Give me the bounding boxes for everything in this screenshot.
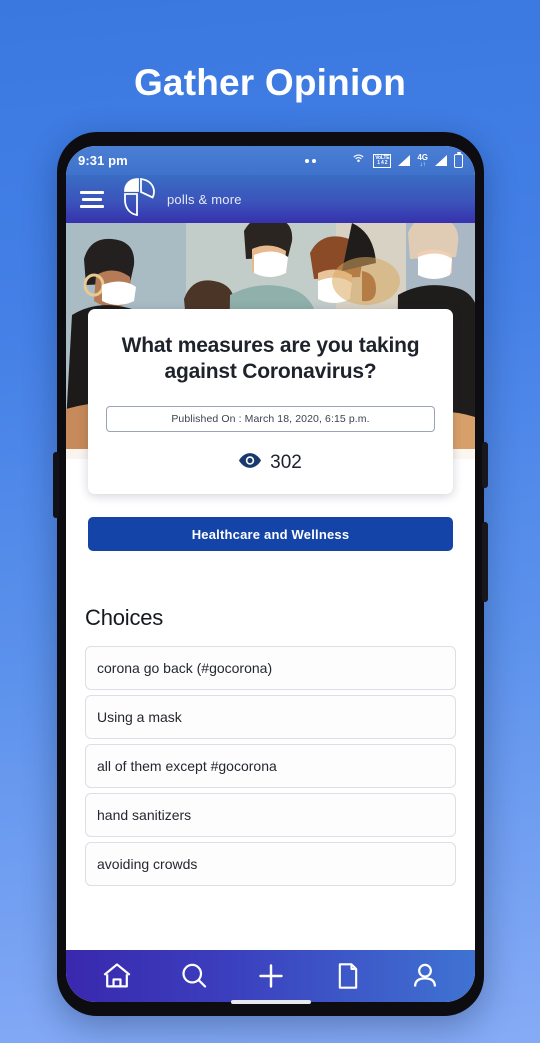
list-item[interactable]: all of them except #gocorona	[85, 744, 456, 788]
poll-card: What measures are you taking against Cor…	[88, 309, 453, 494]
bottom-navigation	[66, 950, 475, 1002]
plus-icon[interactable]	[247, 956, 295, 996]
list-item[interactable]: avoiding crowds	[85, 842, 456, 886]
hotspot-icon	[351, 152, 366, 170]
eye-icon	[239, 453, 262, 473]
list-item[interactable]: hand sanitizers	[85, 793, 456, 837]
choice-list: corona go back (#gocorona) Using a mask …	[85, 646, 456, 886]
published-date: Published On : March 18, 2020, 6:15 p.m.	[106, 405, 435, 432]
page-title: Gather Opinion	[133, 62, 407, 103]
views-number: 302	[270, 451, 302, 473]
phone-mockup: 9:31 pm VoLTE 1 4 2 4G ↓↑ polls & more W…	[53, 132, 488, 1016]
search-icon[interactable]	[170, 956, 218, 996]
brand: polls & more	[120, 175, 242, 224]
person-icon[interactable]	[401, 956, 449, 996]
phone-volume-rocker	[482, 522, 488, 602]
status-bar: 9:31 pm VoLTE 1 4 2 4G ↓↑	[66, 146, 475, 175]
app-bar: polls & more	[66, 175, 475, 223]
volte-icon: VoLTE 1 4 2	[373, 153, 392, 168]
4g-icon: 4G ↓↑	[417, 152, 428, 168]
phone-screen: 9:31 pm VoLTE 1 4 2 4G ↓↑ polls & more W…	[66, 146, 475, 1002]
brand-name: polls & more	[167, 191, 242, 207]
signal-icon-2	[435, 155, 447, 166]
choices-section: Choices corona go back (#gocorona) Using…	[66, 605, 475, 886]
home-indicator	[230, 1000, 311, 1004]
pie-chart-logo-icon	[120, 175, 160, 224]
notification-dots-icon	[305, 158, 317, 163]
phone-power-button	[482, 442, 488, 488]
document-icon[interactable]	[324, 956, 372, 996]
status-time: 9:31 pm	[78, 153, 128, 168]
battery-icon	[454, 151, 463, 168]
home-icon[interactable]	[93, 956, 141, 996]
choices-heading: Choices	[85, 605, 164, 630]
phone-volume-button	[53, 452, 59, 518]
screen-content: What measures are you taking against Cor…	[66, 223, 475, 950]
view-count: 302	[106, 452, 435, 474]
list-item[interactable]: corona go back (#gocorona)	[85, 646, 456, 690]
category-button[interactable]: Healthcare and Wellness	[88, 517, 453, 551]
list-item[interactable]: Using a mask	[85, 695, 456, 739]
poll-question: What measures are you taking against Cor…	[121, 334, 420, 384]
menu-icon[interactable]	[80, 190, 104, 208]
status-icons: VoLTE 1 4 2 4G ↓↑	[305, 151, 463, 170]
signal-icon	[398, 155, 411, 166]
